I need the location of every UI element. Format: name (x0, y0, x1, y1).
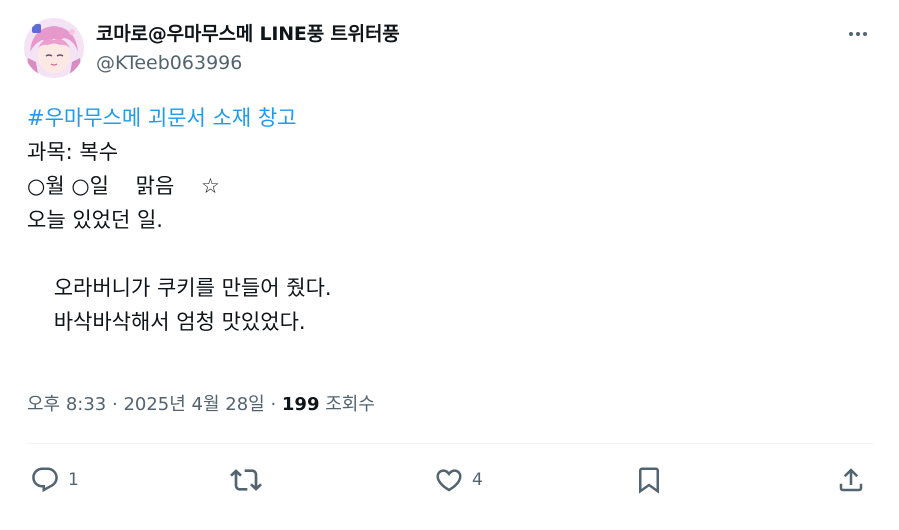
hashtag-link[interactable]: #우마무스메 괴문서 소재 창고 (27, 106, 296, 130)
tweet-card: 코마로@우마무스메 LINE풍 트위터풍 @KTeeb063996 #우마무스메… (0, 0, 899, 530)
meta-separator: · (106, 394, 124, 415)
tweet-line: ○월 ○일 맑음 ☆ (27, 174, 220, 198)
tweet-time[interactable]: 오후 8:33 (27, 394, 106, 415)
tweet-line: 과목: 복수 (27, 140, 119, 164)
views-count: 199 (281, 394, 320, 415)
tweet-date[interactable]: 2025년 4월 28일 (123, 394, 264, 415)
divider (27, 443, 873, 444)
tweet-line: 오늘 있었던 일. (27, 208, 163, 232)
repost-button[interactable] (230, 462, 270, 498)
more-horizontal-icon (849, 32, 867, 36)
share-button[interactable] (836, 462, 866, 498)
reply-icon (32, 467, 58, 493)
avatar[interactable] (24, 18, 84, 78)
reply-count: 1 (68, 470, 79, 490)
reply-button[interactable]: 1 (30, 462, 79, 498)
bookmark-button[interactable] (634, 462, 664, 498)
tweet-meta: 오후 8:33 · 2025년 4월 28일 · 199 조회수 (27, 390, 375, 416)
tweet-text: #우마무스메 괴문서 소재 창고 과목: 복수 ○월 ○일 맑음 ☆ 오늘 있었… (27, 101, 332, 339)
like-count: 4 (472, 470, 483, 490)
tweet-line: 오라버니가 쿠키를 만들어 줬다. (27, 276, 332, 300)
user-handle[interactable]: @KTeeb063996 (96, 52, 242, 74)
tweet-line: 바삭바삭해서 엄청 맛있었다. (27, 310, 306, 334)
more-options-button[interactable] (838, 20, 878, 48)
bookmark-icon (639, 467, 659, 494)
views-label: 조회수 (319, 394, 375, 415)
heart-icon (436, 469, 462, 492)
display-name[interactable]: 코마로@우마무스메 LINE풍 트위터풍 (96, 19, 400, 46)
like-button[interactable]: 4 (434, 462, 483, 498)
share-icon (839, 468, 863, 492)
avatar-image (24, 18, 84, 78)
meta-separator: · (264, 394, 282, 415)
repost-icon (230, 469, 262, 491)
